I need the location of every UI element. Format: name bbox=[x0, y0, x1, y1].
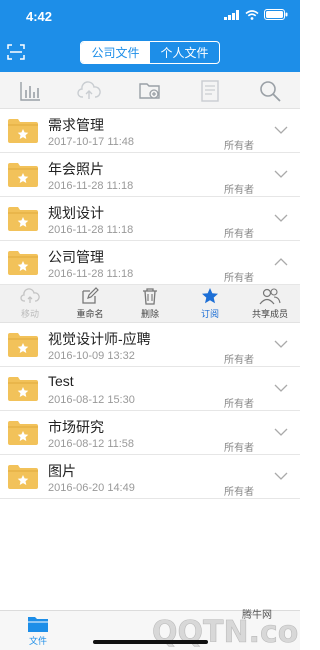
tab-company-files[interactable]: 公司文件 bbox=[81, 42, 150, 63]
move-button[interactable]: 移动 bbox=[0, 285, 60, 322]
file-name: 公司管理 bbox=[48, 249, 104, 265]
file-row[interactable]: 图片 2016-06-20 14:49 所有者 bbox=[0, 455, 300, 499]
signal-icon bbox=[224, 9, 239, 20]
search-icon[interactable] bbox=[258, 79, 282, 103]
new-folder-icon[interactable] bbox=[138, 79, 162, 103]
status-time: 4:42 bbox=[26, 9, 53, 24]
folder-icon bbox=[8, 207, 38, 231]
file-date: 2016-08-12 15:30 bbox=[48, 394, 135, 406]
chevron-down-icon[interactable] bbox=[274, 339, 288, 349]
rename-icon bbox=[82, 287, 99, 304]
file-name: 规划设计 bbox=[48, 205, 104, 221]
file-name: Test bbox=[48, 373, 74, 389]
file-row[interactable]: 需求管理 2017-10-17 11:48 所有者 bbox=[0, 109, 300, 153]
folder-icon bbox=[8, 465, 38, 489]
tab-personal-files[interactable]: 个人文件 bbox=[150, 42, 219, 63]
subscribe-button[interactable]: 订阅 bbox=[180, 285, 240, 322]
folder-icon bbox=[8, 163, 38, 187]
file-owner: 所有者 bbox=[224, 399, 254, 410]
sort-stats-icon[interactable] bbox=[18, 79, 42, 103]
file-name: 视觉设计师-应聘 bbox=[48, 331, 151, 347]
file-owner: 所有者 bbox=[224, 141, 254, 152]
file-row[interactable]: 规划设计 2016-11-28 11:18 所有者 bbox=[0, 197, 300, 241]
chevron-down-icon[interactable] bbox=[274, 471, 288, 481]
svg-text:QQTN.com: QQTN.com bbox=[152, 615, 300, 650]
file-date: 2016-11-28 11:18 bbox=[48, 268, 134, 280]
battery-icon bbox=[264, 9, 288, 20]
file-row[interactable]: 年会照片 2016-11-28 11:18 所有者 bbox=[0, 153, 300, 197]
chevron-up-icon[interactable] bbox=[274, 257, 288, 267]
action-label: 删除 bbox=[140, 309, 159, 319]
file-name: 需求管理 bbox=[48, 117, 104, 133]
folder-icon bbox=[8, 119, 38, 143]
document-icon[interactable] bbox=[198, 79, 222, 103]
file-row[interactable]: 视觉设计师-应聘 2016-10-09 13:32 所有者 bbox=[0, 323, 300, 367]
cloud-move-icon bbox=[20, 288, 40, 303]
delete-button[interactable]: 删除 bbox=[120, 285, 180, 322]
action-label: 移动 bbox=[20, 309, 39, 319]
scan-icon[interactable] bbox=[7, 44, 25, 60]
app-header: 4:42 公司文件 个人文件 bbox=[0, 0, 300, 72]
chevron-down-icon[interactable] bbox=[274, 383, 288, 393]
folder-icon bbox=[8, 421, 38, 445]
action-label: 共享成员 bbox=[251, 309, 288, 319]
tab-files[interactable]: 文件 bbox=[22, 615, 54, 647]
tab-files-label: 文件 bbox=[28, 636, 47, 646]
share-members-button[interactable]: 共享成员 bbox=[240, 285, 300, 322]
folder-tab-icon bbox=[28, 617, 48, 632]
star-icon bbox=[202, 288, 218, 304]
chevron-down-icon[interactable] bbox=[274, 169, 288, 179]
home-indicator bbox=[93, 640, 208, 644]
wifi-icon bbox=[245, 9, 259, 20]
chevron-down-icon[interactable] bbox=[274, 427, 288, 437]
share-members-icon bbox=[259, 288, 281, 305]
file-date: 2016-08-12 11:58 bbox=[48, 438, 135, 450]
status-icons bbox=[224, 9, 288, 20]
folder-icon bbox=[8, 333, 38, 357]
trash-icon bbox=[143, 288, 157, 305]
chevron-down-icon[interactable] bbox=[274, 125, 288, 135]
file-owner: 所有者 bbox=[224, 487, 254, 498]
file-name: 年会照片 bbox=[48, 161, 104, 177]
file-date: 2016-11-28 11:18 bbox=[48, 224, 134, 236]
folder-icon bbox=[8, 251, 38, 275]
file-date: 2017-10-17 11:48 bbox=[48, 136, 135, 148]
file-list: 需求管理 2017-10-17 11:48 所有者 年会照片 2016-11-28 11… bbox=[0, 109, 300, 499]
cloud-upload-icon[interactable] bbox=[77, 79, 101, 103]
file-date: 2016-10-09 13:32 bbox=[48, 350, 135, 362]
file-toolbar bbox=[0, 72, 300, 109]
file-action-bar: 移动 重命名 删除 订阅 共享成员 bbox=[0, 285, 300, 323]
file-owner: 所有者 bbox=[224, 229, 254, 240]
action-label: 订阅 bbox=[200, 309, 219, 319]
file-owner: 所有者 bbox=[224, 355, 254, 366]
file-owner: 所有者 bbox=[224, 185, 254, 196]
chevron-down-icon[interactable] bbox=[274, 213, 288, 223]
file-owner: 所有者 bbox=[224, 443, 254, 454]
watermark-site: 腾牛网 bbox=[242, 610, 272, 621]
file-row[interactable]: 公司管理 2016-11-28 11:18 所有者 bbox=[0, 241, 300, 285]
file-row[interactable]: 市场研究 2016-08-12 11:58 所有者 bbox=[0, 411, 300, 455]
file-owner: 所有者 bbox=[224, 273, 254, 284]
file-name: 图片 bbox=[48, 463, 76, 479]
file-name: 市场研究 bbox=[48, 419, 104, 435]
action-label: 重命名 bbox=[76, 309, 104, 319]
folder-icon bbox=[8, 377, 38, 401]
rename-button[interactable]: 重命名 bbox=[60, 285, 120, 322]
file-row[interactable]: Test 2016-08-12 15:30 所有者 bbox=[0, 367, 300, 411]
file-date: 2016-06-20 14:49 bbox=[48, 482, 135, 494]
file-date: 2016-11-28 11:18 bbox=[48, 180, 134, 192]
file-scope-segmented-control: 公司文件 个人文件 bbox=[80, 41, 220, 64]
